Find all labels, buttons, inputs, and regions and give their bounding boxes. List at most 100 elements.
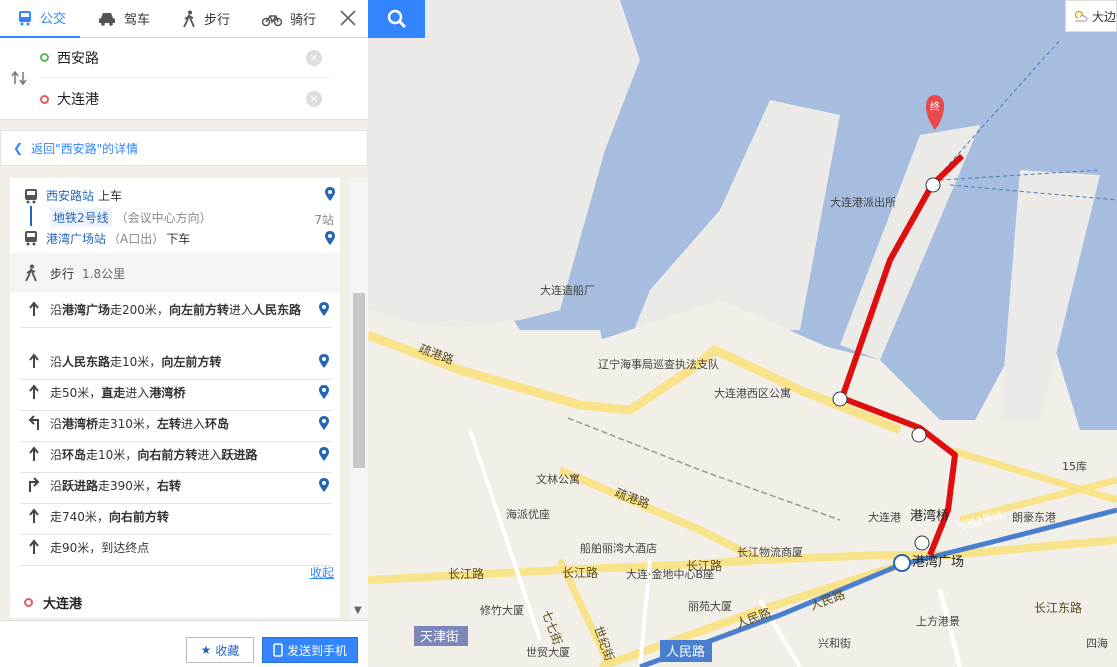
send-to-phone-button[interactable]: 发送到手机 — [262, 637, 358, 663]
location-pin-icon[interactable] — [318, 446, 330, 462]
poi-label[interactable]: 修竹大厦 — [480, 603, 524, 617]
direction-straight-icon — [29, 301, 39, 316]
walk-summary[interactable]: 步行 1.8公里 — [10, 253, 340, 293]
tab-cycling[interactable]: 骑行 — [244, 0, 330, 38]
walk-step[interactable]: 走740米，向右前方转 — [20, 500, 332, 535]
direction-left-icon — [28, 415, 39, 430]
direction-straight-icon — [29, 508, 39, 523]
walk-step[interactable]: 沿跃进路走390米，右转 — [20, 469, 332, 504]
line-row: 地铁2号线 （会议中心方向） — [24, 207, 212, 227]
road-label: 长江路 — [686, 558, 722, 573]
step-text: 走50米，直走进入港湾桥 — [50, 386, 186, 400]
poi-label[interactable]: 15库 — [1062, 460, 1087, 473]
location-pin-icon[interactable] — [324, 186, 336, 202]
collapse-link[interactable]: 收起 — [310, 564, 334, 581]
alight-action: 下车 — [166, 231, 191, 246]
road-label: 长江东路 — [1034, 600, 1082, 615]
tab-transit[interactable]: 公交 — [0, 0, 81, 38]
road-label: 长江路 — [448, 566, 484, 581]
clear-icon[interactable]: × — [306, 50, 322, 66]
back-link[interactable]: ❮ 返回"西安路"的详情 — [0, 130, 368, 166]
walk-step[interactable]: 走50米，直走进入港湾桥 — [20, 376, 332, 411]
walk-distance: 1.8公里 — [82, 266, 126, 281]
clear-icon[interactable]: × — [306, 91, 322, 107]
board-row: 西安路站 上车 — [24, 185, 122, 205]
tab-label: 步行 — [204, 13, 231, 28]
weather-widget[interactable]: 大边 — [1065, 0, 1117, 32]
route-detail: 西安路站 上车 地铁2号线 （会议中心方向） 7站 港湾广场站 （A口出） 下车… — [10, 178, 340, 618]
end-dot-icon — [24, 598, 33, 607]
poi-label[interactable]: 长江物流商厦 — [737, 545, 803, 559]
send-label: 发送到手机 — [286, 643, 347, 658]
direction-straight-icon — [29, 353, 39, 368]
location-pin-icon[interactable] — [318, 384, 330, 400]
scrollbar[interactable]: ▼ — [350, 178, 368, 618]
swap-icon[interactable] — [10, 70, 28, 86]
poi-label[interactable]: 船舶丽湾大酒店 — [580, 541, 657, 555]
scrollbar-thumb[interactable] — [353, 293, 365, 468]
alight-exit: （A口出） — [108, 231, 165, 246]
scroll-down-icon[interactable]: ▼ — [354, 605, 362, 616]
poi-label[interactable]: 海派优座 — [506, 507, 550, 521]
start-dot-icon — [40, 53, 49, 62]
road-badge[interactable]: 人民路 — [666, 644, 705, 660]
route-arrow-icon — [832, 391, 848, 407]
route-panel: 公交 驾车 步行 骑行 西安路 × 大连港 × ❮ 返回"西安路"的详情 西安路… — [0, 0, 368, 667]
tab-label: 驾车 — [124, 13, 151, 28]
line-name[interactable]: 地铁2号线 — [50, 207, 112, 227]
direction-straight-icon — [29, 384, 39, 399]
walk-step[interactable]: 沿环岛走10米，向右前方转进入跃进路 — [20, 438, 332, 473]
poi-label[interactable]: 四海 — [1086, 636, 1108, 650]
travel-mode-tabs: 公交 驾车 步行 骑行 — [0, 0, 368, 38]
search-button[interactable] — [368, 0, 425, 38]
end-field[interactable]: 大连港 × — [40, 79, 330, 119]
walk-icon — [183, 10, 195, 27]
close-icon[interactable] — [338, 8, 358, 28]
walk-step[interactable]: 走90米，到达终点 — [20, 531, 332, 566]
poi-label[interactable]: 大连造船厂 — [540, 283, 595, 297]
landmark-label[interactable]: 港湾广场 — [912, 554, 964, 570]
poi-label[interactable]: 上方港景 — [916, 614, 960, 628]
poi-label[interactable]: 大连港西区公寓 — [714, 386, 791, 400]
poi-label[interactable]: 辽宁海事局巡查执法支队 — [598, 357, 719, 371]
poi-label[interactable]: 兴和街 — [818, 636, 851, 650]
tab-driving[interactable]: 驾车 — [80, 0, 164, 38]
alight-row: 港湾广场站 （A口出） 下车 — [24, 228, 190, 248]
street-badge[interactable]: 天津街 — [420, 630, 459, 645]
search-icon — [387, 9, 406, 29]
metro-station-icon — [893, 554, 911, 572]
favorite-label: 收藏 — [215, 643, 240, 658]
end-value: 大连港 — [57, 92, 99, 108]
landmark-label[interactable]: 港湾桥 — [910, 508, 949, 524]
start-field[interactable]: 西安路 × — [40, 38, 330, 78]
poi-label[interactable]: 大连港 — [868, 510, 901, 524]
back-link-label: 返回"西安路"的详情 — [31, 141, 139, 156]
chevron-left-icon: ❮ — [13, 141, 24, 155]
walk-step[interactable]: 沿人民东路走10米，向左前方转 — [20, 345, 332, 380]
route-arrow-icon — [914, 535, 930, 551]
location-pin-icon[interactable] — [318, 477, 330, 493]
poi-label[interactable]: 朗豪东港 — [1012, 510, 1056, 524]
walk-step[interactable]: 沿港湾广场走200米，向左前方转进入人民东路 — [20, 293, 332, 328]
location-pin-icon[interactable] — [318, 353, 330, 369]
stop-count: 7站 — [314, 213, 334, 227]
bike-icon — [262, 14, 283, 26]
location-pin-icon[interactable] — [324, 230, 336, 246]
poi-label[interactable]: 大连港派出所 — [830, 195, 896, 209]
route-arrow-icon — [925, 177, 941, 193]
poi-label[interactable]: 文林公寓 — [536, 472, 580, 486]
favorite-button[interactable]: ★ 收藏 — [186, 637, 254, 663]
poi-label[interactable]: 丽苑大厦 — [688, 599, 732, 613]
end-marker-label: 终 — [930, 100, 940, 113]
board-station[interactable]: 西安路站 — [46, 187, 94, 204]
route-inputs: 西安路 × 大连港 × — [0, 38, 368, 120]
step-text: 走90米，到达终点 — [50, 541, 150, 555]
tab-walking[interactable]: 步行 — [164, 0, 244, 38]
location-pin-icon[interactable] — [318, 415, 330, 431]
step-text: 走740米，向右前方转 — [50, 510, 169, 524]
walk-step[interactable]: 沿港湾桥走310米，左转进入环岛 — [20, 407, 332, 442]
destination-row[interactable]: 大连港 — [24, 593, 82, 612]
poi-label[interactable]: 世贸大厦 — [526, 645, 570, 659]
location-pin-icon[interactable] — [318, 301, 330, 317]
alight-station[interactable]: 港湾广场站 — [46, 230, 106, 247]
